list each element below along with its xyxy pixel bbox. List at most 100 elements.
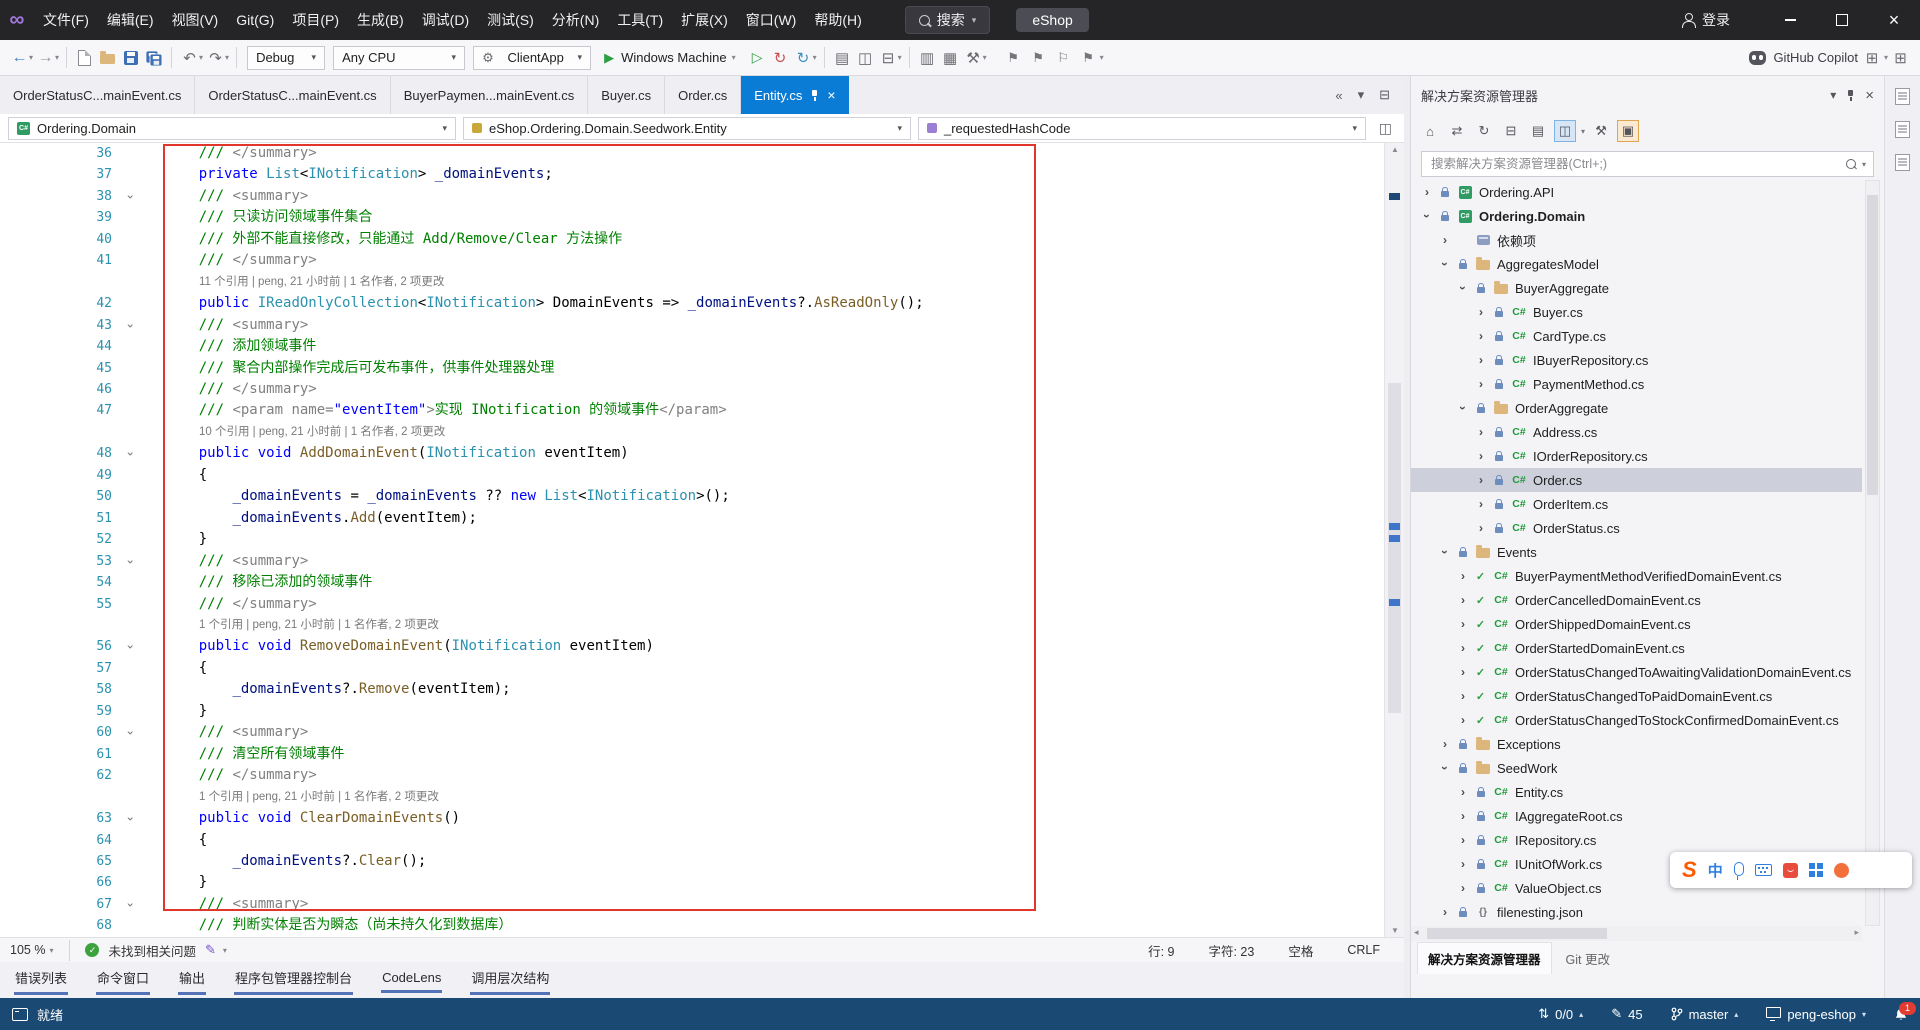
expand-arrow-icon[interactable]: › — [1475, 449, 1487, 463]
chevron-down-icon[interactable]: ▾ — [29, 53, 33, 62]
save-icon[interactable] — [119, 45, 142, 71]
chevron-down-icon[interactable]: ▾ — [1100, 53, 1104, 62]
code-line[interactable]: 44 /// 添加领域事件 — [0, 336, 1384, 357]
code-line[interactable]: 62 /// </summary> — [0, 765, 1384, 786]
collapse-arrow-icon[interactable]: › — [1438, 545, 1452, 559]
chevron-down-icon[interactable]: ▾ — [1884, 53, 1888, 62]
editor-vertical-scrollbar[interactable]: ▲ ▼ — [1384, 143, 1404, 937]
code-text[interactable]: /// <param name="eventItem">实现 INotifica… — [148, 400, 727, 421]
code-text[interactable]: /// </summary> — [148, 594, 317, 615]
solution-platform-dropdown[interactable]: Any CPU ▾ — [333, 45, 466, 70]
code-line[interactable]: 42 public IReadOnlyCollection<INotificat… — [0, 293, 1384, 314]
line-number[interactable]: 41 — [0, 250, 112, 271]
code-line[interactable]: 60 › /// <summary> — [0, 722, 1384, 743]
line-number[interactable]: 49 — [0, 465, 112, 486]
expand-arrow-icon[interactable]: › — [1475, 329, 1487, 343]
switch-views-icon[interactable]: ⇄ — [1446, 120, 1468, 142]
line-number[interactable]: 51 — [0, 508, 112, 529]
fold-chevron-icon[interactable]: › — [112, 808, 148, 829]
chevron-down-icon[interactable]: ▾ — [55, 53, 59, 62]
maximize-button[interactable] — [1816, 0, 1868, 40]
code-line[interactable]: 47 /// <param name="eventItem">实现 INotif… — [0, 400, 1384, 421]
code-line[interactable]: 52 } — [0, 529, 1384, 550]
menu-item[interactable]: 测试(S) — [478, 0, 543, 40]
code-line[interactable]: 39 /// 只读访问领域事件集合 — [0, 207, 1384, 228]
line-number[interactable]: 37 — [0, 164, 112, 185]
line-number[interactable]: 45 — [0, 358, 112, 379]
code-text[interactable]: /// </summary> — [148, 765, 317, 786]
expand-arrow-icon[interactable]: › — [1475, 521, 1487, 535]
tree-item[interactable]: › 依赖项 — [1411, 228, 1862, 252]
hot-reload-icon[interactable]: ↻ — [769, 45, 792, 71]
tree-item[interactable]: › ✓ C# OrderShippedDomainEvent.cs — [1411, 612, 1862, 636]
pin-icon[interactable] — [810, 89, 819, 102]
code-line[interactable]: 36 /// </summary> — [0, 143, 1384, 164]
show-all-files-icon[interactable]: ▤ — [1527, 120, 1549, 142]
expand-arrow-icon[interactable]: › — [1457, 665, 1469, 679]
codelens-indicator[interactable]: 1 个引用 | peng, 21 小时前 | 1 名作者, 2 项更改 — [0, 787, 1384, 808]
expand-arrow-icon[interactable]: › — [1421, 185, 1433, 199]
solution-explorer-header[interactable]: 解决方案资源管理器 ▾ × — [1411, 76, 1884, 114]
collapse-all-icon[interactable]: ⊟ — [1500, 120, 1522, 142]
line-number[interactable]: 64 — [0, 830, 112, 851]
code-editor[interactable]: 36 /// </summary> 37 private List<INotifi… — [0, 143, 1404, 937]
tree-item[interactable]: › ✓ C# OrderStartedDomainEvent.cs — [1411, 636, 1862, 660]
properties-icon[interactable]: ⚒ — [1590, 120, 1612, 142]
menu-item[interactable]: 调试(D) — [413, 0, 478, 40]
emoji-panel-icon[interactable] — [1782, 862, 1798, 878]
collapse-arrow-icon[interactable]: › — [1438, 257, 1452, 271]
line-number[interactable]: 65 — [0, 851, 112, 872]
collapse-arrow-icon[interactable]: › — [1456, 401, 1470, 415]
codelens-text[interactable]: 11 个引用 | peng, 21 小时前 | 1 名作者, 2 项更改 — [148, 272, 444, 293]
code-text[interactable]: /// 判断实体是否为瞬态（尚未持久化到数据库） — [148, 915, 513, 936]
docked-document-icon[interactable] — [1895, 154, 1910, 171]
collapse-tabs-icon[interactable]: « — [1335, 88, 1342, 103]
line-number[interactable]: 63 — [0, 808, 112, 829]
home-icon[interactable]: ⌂ — [1419, 120, 1441, 142]
code-line[interactable]: 56 › public void RemoveDomainEvent(INotif… — [0, 636, 1384, 657]
split-window-icon[interactable]: ⊟ — [877, 45, 900, 71]
code-text[interactable]: /// </summary> — [148, 379, 317, 400]
build-tools-icon[interactable]: ⚒ — [962, 45, 985, 71]
code-text[interactable]: /// 只读访问领域事件集合 — [148, 207, 373, 228]
chevron-down-icon[interactable]: ▾ — [199, 53, 203, 62]
tool-window-tab[interactable]: Git 更改 — [1556, 943, 1620, 974]
tree-item[interactable]: › C# PaymentMethod.cs — [1411, 372, 1862, 396]
code-text[interactable]: /// <summary> — [148, 551, 309, 572]
solution-name-badge[interactable]: eShop — [1016, 8, 1089, 32]
panel-tab[interactable]: 命令窗口 — [96, 965, 151, 995]
start-debugging-button[interactable]: ▶ Windows Machine ▾ — [595, 50, 746, 66]
code-line[interactable]: 53 › /// <summary> — [0, 551, 1384, 572]
expand-arrow-icon[interactable]: › — [1457, 881, 1469, 895]
fold-chevron-icon[interactable]: › — [112, 443, 148, 464]
chevron-down-icon[interactable]: ▾ — [813, 53, 817, 62]
line-number[interactable]: 59 — [0, 701, 112, 722]
chevron-down-icon[interactable]: ▾ — [1581, 127, 1585, 136]
code-text[interactable]: /// <summary> — [148, 315, 309, 336]
close-button[interactable]: × — [1868, 0, 1920, 40]
microphone-icon[interactable] — [1733, 861, 1744, 880]
repository-button[interactable]: peng-eshop ▾ — [1766, 1007, 1866, 1022]
tree-item[interactable]: › C# Entity.cs — [1411, 780, 1862, 804]
navigate-back-icon[interactable]: ← — [8, 45, 31, 71]
next-bookmark-icon[interactable]: ⚑ — [1027, 45, 1050, 71]
expand-arrow-icon[interactable]: › — [1457, 689, 1469, 703]
tree-item[interactable]: › BuyerAggregate — [1411, 276, 1862, 300]
collapse-arrow-icon[interactable]: › — [1438, 761, 1452, 775]
tree-item[interactable]: › C# OrderStatus.cs — [1411, 516, 1862, 540]
expand-arrow-icon[interactable]: › — [1439, 905, 1451, 919]
document-tab[interactable]: OrderStatusC...mainEvent.cs — [0, 76, 196, 114]
caret-line-indicator[interactable]: 行: 9 — [1148, 941, 1174, 960]
code-line[interactable]: 50 _domainEvents = _domainEvents ?? new … — [0, 486, 1384, 507]
tree-item[interactable]: › ✓ C# BuyerPaymentMethodVerifiedDomainEven… — [1411, 564, 1862, 588]
expand-arrow-icon[interactable]: › — [1475, 353, 1487, 367]
redo-icon[interactable]: ↷ — [204, 45, 227, 71]
refresh-icon[interactable]: ↻ — [1473, 120, 1495, 142]
indentation-indicator[interactable]: 空格 — [1288, 941, 1313, 960]
solution-explorer-search-box[interactable]: ▾ — [1421, 151, 1874, 177]
expand-arrow-icon[interactable]: › — [1457, 713, 1469, 727]
save-all-icon[interactable] — [142, 45, 165, 71]
tree-item[interactable]: › C# Order.cs — [1411, 468, 1862, 492]
feedback-icon[interactable] — [12, 1007, 28, 1021]
fold-chevron-icon[interactable]: › — [112, 551, 148, 572]
